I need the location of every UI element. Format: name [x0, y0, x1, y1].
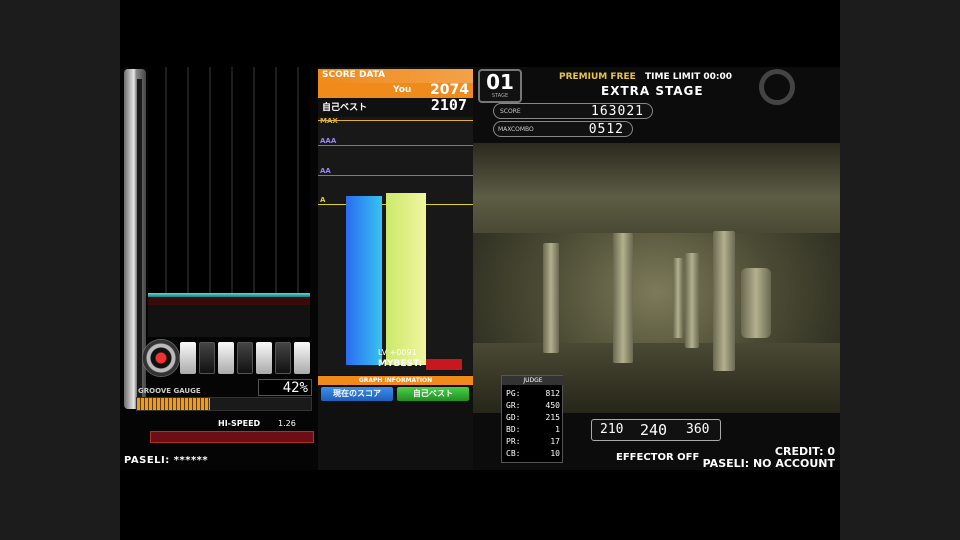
judge-key: CB:: [506, 449, 521, 458]
judge-count: 1: [555, 425, 560, 434]
judge-key: BD:: [506, 425, 521, 434]
grade-a: A: [320, 196, 326, 204]
score-value: 163021: [591, 104, 644, 119]
note-lanes: [148, 67, 310, 295]
judge-count: 10: [550, 449, 560, 458]
score-graph: MAX AAA AA A: [318, 117, 473, 375]
bpm-max: 360: [686, 422, 710, 437]
you-label: You: [393, 85, 412, 95]
bpm-display: 210 240 360: [591, 419, 721, 441]
paseli-left: PASELI: ******: [124, 455, 209, 466]
hi-speed-value: 1.26: [278, 419, 296, 428]
judge-key: GR:: [506, 401, 521, 410]
right-area: 01 STAGE PREMIUM FREE TIME LIMIT 00:00 E…: [473, 67, 840, 470]
key-4[interactable]: [237, 342, 253, 374]
ring-icon: [759, 69, 795, 105]
bar-you: [346, 196, 382, 365]
stage-number: 01: [486, 70, 514, 94]
judge-row: PR: 17: [506, 436, 560, 448]
background-video: [473, 143, 840, 413]
judge-count: 812: [545, 389, 560, 398]
score-data-label: SCORE DATA: [322, 70, 386, 80]
premium-free: PREMIUM FREE: [559, 72, 636, 82]
score-label: SCORE: [500, 108, 521, 115]
judge-key: PG:: [506, 389, 521, 398]
best-score: 2107: [430, 96, 467, 114]
hi-speed-label: HI-SPEED: [218, 419, 261, 428]
judge-row: GR: 450: [506, 400, 560, 412]
grade-aa: AA: [320, 167, 331, 175]
letterbox-right: [840, 0, 960, 540]
letterbox-left: [0, 0, 120, 540]
judge-row: PG: 812: [506, 388, 560, 400]
current-score-button[interactable]: 現在のスコア: [321, 387, 393, 401]
maxcombo-value: 0512: [588, 122, 624, 137]
personal-best-button[interactable]: 自己ベスト: [397, 387, 469, 401]
graph-information: GRAPH INFORMATION: [318, 376, 473, 385]
key-3[interactable]: [218, 342, 234, 374]
bpm-current: 240: [640, 421, 668, 439]
judge-count: 450: [545, 401, 560, 410]
key-1[interactable]: [180, 342, 196, 374]
grade-aaa: AAA: [320, 137, 337, 145]
maxcombo-row: MAXCOMBO 0512: [493, 121, 633, 137]
extra-stage: EXTRA STAGE: [601, 84, 704, 98]
gauge-label: GROOVE GAUGE: [138, 387, 201, 395]
mybest-box: [426, 359, 462, 370]
key-6[interactable]: [275, 342, 291, 374]
judge-title: JUDGE: [502, 376, 564, 385]
key-7[interactable]: [294, 342, 310, 374]
bpm-min: 210: [600, 422, 624, 437]
effector: EFFECTOR OFF: [616, 452, 700, 463]
keyboard: [180, 342, 310, 374]
mybest-label: MYBEST:: [378, 359, 423, 369]
judge-key: PR:: [506, 437, 521, 446]
playfield: GROOVE GAUGE 42% HI-SPEED 1.26 PASELI: *…: [120, 67, 318, 470]
score-row: SCORE 163021: [493, 103, 653, 119]
game-screen: GROOVE GAUGE 42% HI-SPEED 1.26 PASELI: *…: [120, 67, 840, 470]
stage-badge: 01 STAGE: [478, 69, 522, 103]
paseli-right: PASELI: NO ACCOUNT: [702, 457, 835, 470]
judge-row: GD: 215: [506, 412, 560, 424]
judge-count: 17: [550, 437, 560, 446]
best-label: 自己ベスト: [322, 103, 368, 113]
score-data-header: SCORE DATA: [318, 69, 473, 83]
gauge-fill: [137, 398, 211, 410]
judge-rows: PG: 812 GR: 450 GD: 215 BD: 1 PR: 17 CB: 10: [506, 388, 560, 460]
judge-row: CB: 10: [506, 448, 560, 460]
score-panel: SCORE DATA You 2074 自己ベスト 2107 MAX AAA A…: [318, 67, 473, 470]
judge-key: GD:: [506, 413, 521, 422]
bar-best: [386, 193, 426, 365]
grade-max: MAX: [320, 117, 338, 125]
maxcombo-label: MAXCOMBO: [498, 126, 534, 133]
gauge-value: 42%: [258, 379, 312, 396]
red-status-bar: [150, 431, 314, 443]
key-5[interactable]: [256, 342, 272, 374]
score-diff: LV +0091: [378, 348, 417, 357]
time-limit: TIME LIMIT 00:00: [645, 72, 733, 82]
judge-row: BD: 1: [506, 424, 560, 436]
groove-gauge: [136, 397, 312, 411]
judge-count: 215: [545, 413, 560, 422]
judge-panel: JUDGE PG: 812 GR: 450 GD: 215 BD: 1 PR: 17 CB: 10: [501, 375, 564, 463]
turntable-icon[interactable]: [142, 339, 180, 377]
key-2[interactable]: [199, 342, 215, 374]
